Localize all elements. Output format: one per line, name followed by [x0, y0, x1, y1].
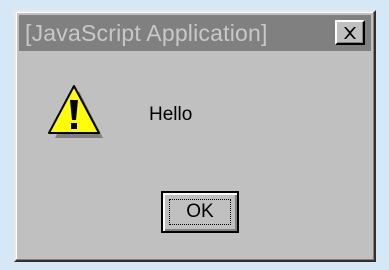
alert-message: Hello: [149, 104, 193, 125]
close-x-icon: [344, 26, 356, 39]
ok-button-label: OK: [186, 201, 214, 222]
ok-button[interactable]: OK: [161, 191, 239, 233]
title-bar[interactable]: [JavaScript Application]: [19, 15, 371, 51]
warning-icon: [48, 85, 103, 138]
window-title: [JavaScript Application]: [25, 19, 268, 46]
alert-dialog: [JavaScript Application] Hello OK: [14, 10, 376, 262]
close-button[interactable]: [335, 20, 365, 45]
